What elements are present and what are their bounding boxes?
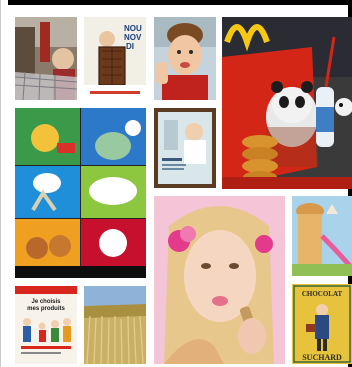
chocolate-bar-boy-image: NOU NOV DI xyxy=(84,17,146,100)
gallery-tile-wheat-field[interactable] xyxy=(84,286,146,364)
gallery-tile-boy-eating[interactable] xyxy=(154,17,216,100)
gallery-tile-girl-lipstick[interactable] xyxy=(154,196,285,364)
gallery-tile-magazine-baby-ad[interactable] xyxy=(154,108,216,188)
gallery-tile-pastry-slide[interactable] xyxy=(292,196,352,276)
cartoon-comic-grid-image xyxy=(15,108,146,278)
gallery-tile-family-poster[interactable]: Je choisis mes produits xyxy=(15,286,77,364)
happy-meal-panda-image xyxy=(222,17,352,189)
shopping-cart-child-image xyxy=(15,17,77,100)
wheat-field-image xyxy=(84,286,146,364)
headline-line-3: DI xyxy=(126,42,134,51)
poster-title: CHOCOLAT xyxy=(302,290,343,298)
headline-line-2: NOV xyxy=(124,33,142,42)
chocolat-suchard-image: CHOCOLAT SUCHARD xyxy=(292,284,352,364)
magazine-baby-ad-image xyxy=(154,108,216,188)
poster-line-2: mes produits xyxy=(27,306,65,312)
family-poster-image: Je choisis mes produits xyxy=(15,286,77,364)
gallery-tile-cartoon-comic-grid[interactable] xyxy=(15,108,146,278)
headline-line-1: NOU xyxy=(124,24,142,33)
gallery-tile-chocolate-bar-boy[interactable]: NOU NOV DI xyxy=(84,17,146,100)
boy-eating-image xyxy=(154,17,216,100)
pastry-slide-image xyxy=(292,196,352,276)
gallery-tile-chocolat-suchard[interactable]: CHOCOLAT SUCHARD xyxy=(292,284,352,364)
girl-lipstick-image xyxy=(154,196,285,364)
gallery-tile-happy-meal-panda[interactable] xyxy=(222,17,352,189)
gallery-tile-shopping-cart-child[interactable] xyxy=(15,17,77,100)
poster-line-1: Je choisis xyxy=(31,299,61,305)
top-border xyxy=(0,0,352,5)
left-border xyxy=(0,0,8,367)
poster-brand: SUCHARD xyxy=(302,353,342,362)
